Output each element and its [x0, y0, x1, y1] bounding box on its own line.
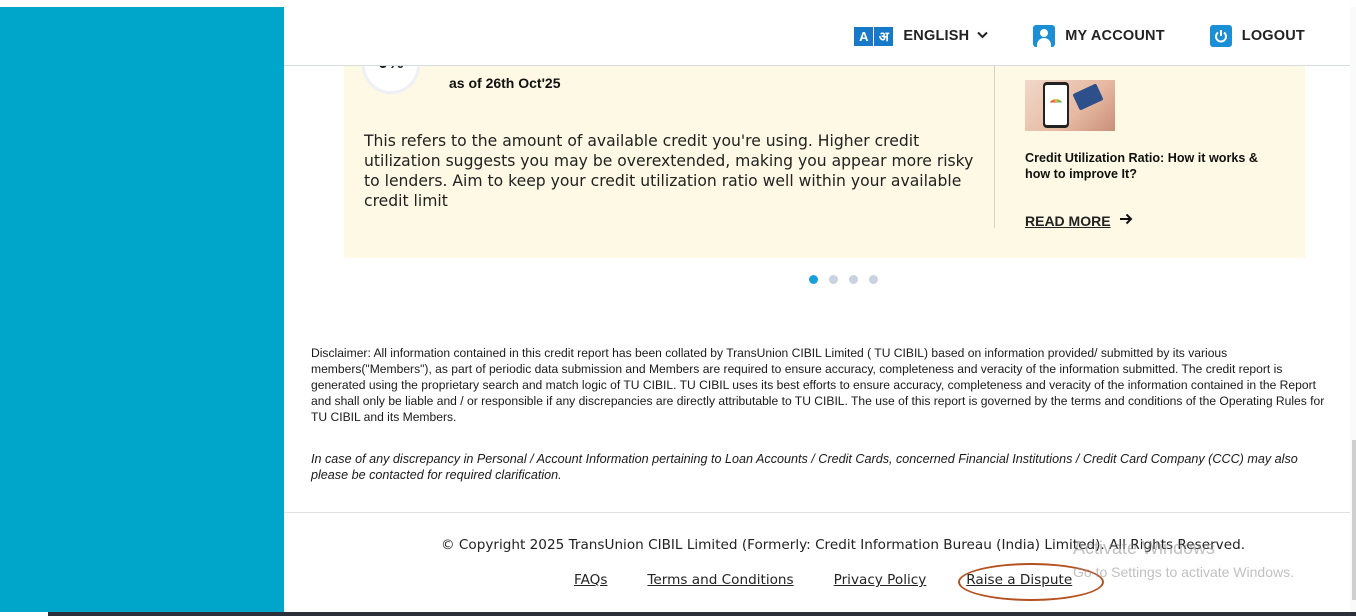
card-divider — [994, 66, 995, 228]
logout-link[interactable]: LOGOUT — [1209, 25, 1305, 47]
carousel-dot-4[interactable] — [869, 275, 878, 284]
scrollbar-thumb[interactable] — [1352, 440, 1356, 600]
gauge-value: 0% — [378, 66, 404, 73]
privacy-policy-link[interactable]: Privacy Policy — [834, 572, 927, 588]
arrow-right-icon — [1119, 212, 1133, 230]
top-strip — [0, 0, 1356, 7]
raise-dispute-link[interactable]: Raise a Dispute — [966, 572, 1072, 588]
carousel-dots — [809, 275, 889, 284]
credit-utilization-card: 0% as of 26th Oct'25 This refers to the … — [344, 66, 1305, 258]
power-icon — [1209, 25, 1232, 47]
article-thumbnail[interactable] — [1025, 80, 1115, 131]
carousel-dot-2[interactable] — [829, 275, 838, 284]
language-label: ENGLISH — [903, 28, 970, 44]
utilization-gauge: 0% — [362, 66, 420, 94]
disclaimer-text: Disclaimer: All information contained in… — [311, 346, 1325, 424]
bottom-strip-left — [0, 612, 48, 616]
language-icon: A अ — [854, 26, 894, 46]
watermark-title: Activate Windows — [1073, 538, 1216, 558]
top-header: A अ ENGLISH MY ACCOUNT LOGOUT — [284, 7, 1350, 66]
phone-graphic — [1043, 82, 1069, 128]
logout-label: LOGOUT — [1241, 28, 1305, 44]
footer-divider — [284, 512, 1350, 513]
carousel-dot-1[interactable] — [809, 275, 818, 284]
account-icon — [1033, 25, 1056, 47]
language-glyph-latin: A — [854, 26, 874, 46]
watermark-subtitle: Go to Settings to activate Windows. — [1073, 564, 1294, 580]
my-account-link[interactable]: MY ACCOUNT — [1033, 25, 1165, 47]
terms-link[interactable]: Terms and Conditions — [647, 572, 793, 588]
read-more-link[interactable]: READ MORE — [1025, 212, 1133, 230]
discrepancy-note: In case of any discrepancy in Personal /… — [311, 452, 1298, 482]
chevron-down-icon — [977, 30, 988, 42]
credit-card-graphic — [1072, 83, 1104, 111]
windows-activation-watermark: Activate Windows Go to Settings to activ… — [1073, 537, 1294, 582]
utilization-description: This refers to the amount of available c… — [364, 132, 974, 210]
sidebar — [0, 7, 284, 616]
taskbar-edge — [48, 612, 1356, 616]
language-selector[interactable]: A अ ENGLISH — [854, 26, 988, 46]
carousel-dot-3[interactable] — [849, 275, 858, 284]
as-of-date: as of 26th Oct'25 — [449, 75, 561, 91]
language-glyph-devanagari: अ — [874, 26, 894, 46]
my-account-label: MY ACCOUNT — [1065, 28, 1165, 44]
footer-links: FAQs Terms and Conditions Privacy Policy… — [574, 572, 1112, 588]
read-more-label: READ MORE — [1025, 213, 1111, 229]
article-title[interactable]: Credit Utilization Ratio: How it works &… — [1025, 150, 1270, 182]
faqs-link[interactable]: FAQs — [574, 572, 607, 588]
